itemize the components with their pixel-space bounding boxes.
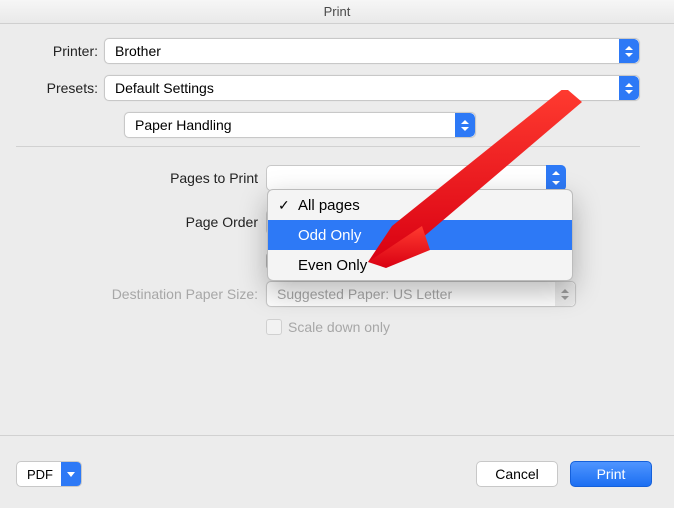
presets-value: Default Settings	[115, 80, 214, 96]
section-value: Paper Handling	[135, 117, 232, 133]
printer-value: Brother	[115, 43, 161, 59]
print-button[interactable]: Print	[570, 461, 652, 487]
check-icon: ✓	[278, 197, 290, 214]
chevrons-icon	[455, 113, 475, 137]
chevrons-icon	[555, 282, 575, 306]
destination-paper-size-label: Destination Paper Size:	[16, 286, 266, 302]
presets-select[interactable]: Default Settings	[104, 75, 640, 101]
chevron-down-icon	[61, 462, 81, 486]
window-title: Print	[0, 0, 674, 24]
scale-down-only-checkbox	[266, 319, 282, 335]
destination-paper-size-value: Suggested Paper: US Letter	[277, 286, 452, 302]
menu-item-all-pages[interactable]: ✓ All pages	[268, 190, 572, 220]
menu-item-odd-only[interactable]: Odd Only	[268, 220, 572, 250]
pages-to-print-select[interactable]	[266, 165, 566, 191]
cancel-button[interactable]: Cancel	[476, 461, 558, 487]
chevrons-icon	[619, 39, 639, 63]
printer-label: Printer:	[16, 43, 104, 59]
pdf-menu-button[interactable]: PDF	[16, 461, 82, 487]
presets-label: Presets:	[16, 80, 104, 96]
chevrons-icon	[619, 76, 639, 100]
destination-paper-size-select: Suggested Paper: US Letter	[266, 281, 576, 307]
pages-to-print-label: Pages to Print	[16, 170, 266, 186]
printer-select[interactable]: Brother	[104, 38, 640, 64]
scale-down-only-label: Scale down only	[288, 319, 390, 335]
divider	[0, 435, 674, 436]
pages-to-print-menu: ✓ All pages Odd Only Even Only	[267, 189, 573, 281]
chevrons-icon	[546, 165, 566, 191]
page-order-label: Page Order	[16, 214, 266, 230]
section-select[interactable]: Paper Handling	[124, 112, 476, 138]
divider	[16, 146, 640, 147]
menu-item-even-only[interactable]: Even Only	[268, 250, 572, 280]
